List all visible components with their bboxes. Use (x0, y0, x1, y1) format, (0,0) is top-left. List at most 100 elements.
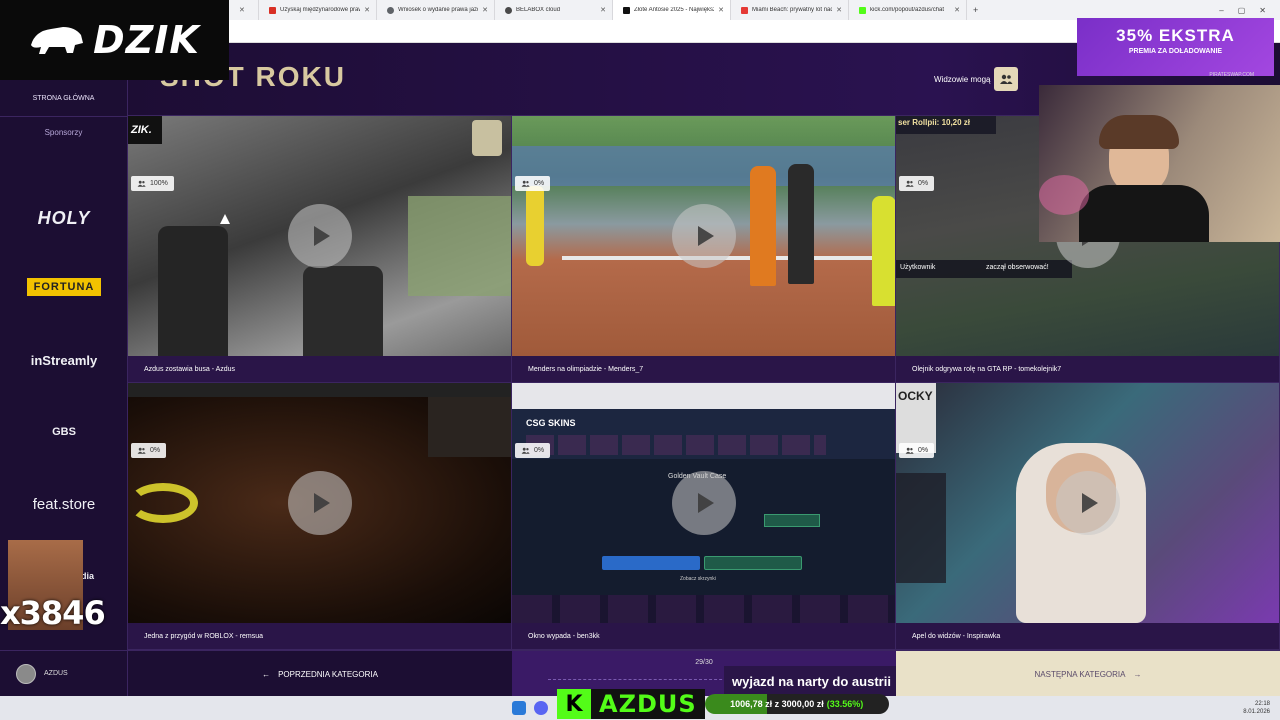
prev-category-button[interactable]: ← POPRZEDNIA KATEGORIA (128, 651, 512, 697)
streamer-webcam (1039, 85, 1280, 242)
sponsor-holy[interactable]: HOLY (14, 206, 114, 230)
vote-percent: 100% (150, 180, 168, 187)
tab-title: BELABOX cloud (516, 7, 561, 13)
air-freshener-image (472, 120, 502, 156)
donation-streamer-name: AZDUS (591, 689, 705, 719)
promo-headline: 35% EKSTRA (1116, 26, 1235, 45)
play-button[interactable] (672, 204, 736, 268)
divider (0, 116, 127, 117)
sponsor-featstore[interactable]: feat.store (14, 492, 114, 516)
clip-card[interactable]: ZIK. 100% Azdus zostawia busa - Azdus (128, 116, 512, 383)
promo-banner: 35% EKSTRA PREMIA ZA DOŁADOWANIE PIRATES… (1077, 18, 1274, 78)
promo-subline: PREMIA ZA DOŁADOWANIE (1128, 48, 1223, 55)
users-icon (905, 447, 914, 454)
kick-icon (859, 6, 866, 14)
play-icon (698, 493, 714, 513)
tab-title: Wniosek o wydanie prawa jazd (398, 7, 479, 13)
close-window-button[interactable]: ✕ (1259, 6, 1266, 15)
open-case-button[interactable] (602, 556, 700, 570)
play-button[interactable] (1056, 471, 1120, 535)
users-icon (137, 180, 146, 187)
mouse-cursor (220, 214, 230, 224)
close-tab-icon[interactable]: ✕ (482, 6, 488, 14)
tab-title: kick.com/popout/azdus/chat (870, 7, 945, 13)
vote-percent: 0% (918, 180, 929, 187)
globe-icon (387, 6, 394, 14)
sponsor-gbs[interactable]: GBS (14, 420, 114, 444)
clock-date: 8.01.2026 (1243, 709, 1270, 715)
clock-time: 22:18 (1254, 701, 1270, 707)
play-icon (314, 226, 330, 246)
play-icon (314, 493, 330, 513)
globe-icon (505, 6, 512, 14)
users-icon (137, 447, 146, 454)
new-tab-button[interactable]: + (967, 5, 984, 15)
viewers-label: Widzowie mogą (934, 75, 991, 84)
clip-card[interactable]: CSG SKINS Golden Vault Case Zobacz skrzy… (512, 383, 896, 650)
sponsors-label: Sponsorzy (44, 128, 83, 137)
watermark-text: ZIK. (131, 124, 152, 136)
users-icon (905, 180, 914, 187)
cases-link[interactable]: Zobacz skrzynki (680, 576, 716, 582)
clip-title: Okno wypada - ben3kk (512, 623, 895, 649)
clip-title: Olejnik odgrywa rolę na GTA RP - tomekol… (896, 356, 1279, 382)
browser-tab[interactable]: kick.com/popout/azdus/chat ✕ (849, 0, 967, 20)
close-tab-icon[interactable]: ✕ (600, 6, 606, 14)
play-icon (1082, 493, 1098, 513)
play-button[interactable] (288, 204, 352, 268)
tab-title: Uzyskaj międzynarodowe praw (280, 7, 361, 13)
clip-card[interactable]: OCKY 0% Apel do widzów - Inspirawka (896, 383, 1280, 650)
minimize-button[interactable]: – (1219, 6, 1223, 15)
maximize-button[interactable]: ▢ (1238, 6, 1246, 15)
browser-tab-active[interactable]: Złote Antosie 2025 - Największ ✕ (613, 0, 731, 20)
browser-tab[interactable]: BELABOX cloud ✕ (495, 0, 613, 20)
window-controls: – ▢ ✕ (1219, 6, 1280, 15)
donation-current: 1006,78 zł (730, 699, 773, 709)
sell-all-button[interactable] (704, 556, 802, 570)
arrow-right-icon: → (1133, 669, 1142, 679)
windows-start-icon[interactable] (512, 701, 526, 715)
screen: ✕ Uzyskaj międzynarodowe praw ✕ Wniosek … (0, 0, 1280, 720)
sidebar-item-home[interactable]: STRONA GŁÓWNA (0, 80, 127, 116)
clip-title: Menders na olimpiadzie - Menders_7 (512, 356, 895, 382)
clip-card[interactable]: 0% Menders na olimpiadzie - Menders_7 (512, 116, 896, 383)
follow-alert-user: Użytkownik (900, 264, 936, 271)
browser-tab[interactable]: ✕ (229, 0, 259, 20)
play-button[interactable] (288, 471, 352, 535)
arrow-left-icon: ← (262, 669, 271, 679)
boar-icon (31, 27, 84, 54)
vote-percent: 0% (534, 447, 545, 454)
donation-goal-amount: 3000,00 zł (781, 699, 824, 709)
counter-overlay: x3846 (0, 594, 106, 632)
next-category-button[interactable]: NASTĘPNA KATEGORIA → (896, 651, 1280, 697)
tab-title: Złote Antosie 2025 - Największ (634, 7, 715, 13)
site-icon (623, 6, 630, 14)
mail-icon (269, 6, 276, 14)
browser-tab[interactable]: Uzyskaj międzynarodowe praw ✕ (259, 0, 377, 20)
browser-tab[interactable]: Wniosek o wydanie prawa jazd ✕ (377, 0, 495, 20)
clip-card[interactable]: 0% Jedna z przygód w ROBLOX - remsua (128, 383, 512, 650)
close-tab-icon[interactable]: ✕ (718, 6, 724, 14)
vote-percent: 0% (918, 447, 929, 454)
sponsor-fortuna[interactable]: FORTUNA (27, 278, 101, 296)
dzik-logo: DZIK (0, 0, 229, 80)
donation-separator: z (774, 699, 780, 709)
play-button[interactable] (672, 471, 736, 535)
vote-percent: 0% (150, 447, 161, 454)
poster-text: OCKY (898, 389, 933, 403)
discord-icon[interactable] (534, 701, 548, 715)
avatar (16, 663, 36, 684)
system-tray: 22:18 8.01.2026 (1243, 700, 1270, 716)
users-icon (521, 180, 530, 187)
browser-tab[interactable]: Miami Beach: prywatny lot nad ✕ (731, 0, 849, 20)
logo-text: DZIK (93, 18, 200, 62)
promo-source: PIRATESWAP.COM (1209, 72, 1254, 78)
follow-alert-text: zaczął obserwować! (986, 264, 1049, 271)
close-tab-icon[interactable]: ✕ (954, 6, 960, 14)
sponsor-instreamly[interactable]: inStreamly (14, 348, 114, 372)
viewers-button[interactable] (994, 67, 1018, 91)
close-tab-icon[interactable]: ✕ (239, 6, 245, 14)
close-tab-icon[interactable]: ✕ (364, 6, 370, 14)
close-tab-icon[interactable]: ✕ (836, 6, 842, 14)
user-profile[interactable]: AZDUS (0, 650, 127, 696)
